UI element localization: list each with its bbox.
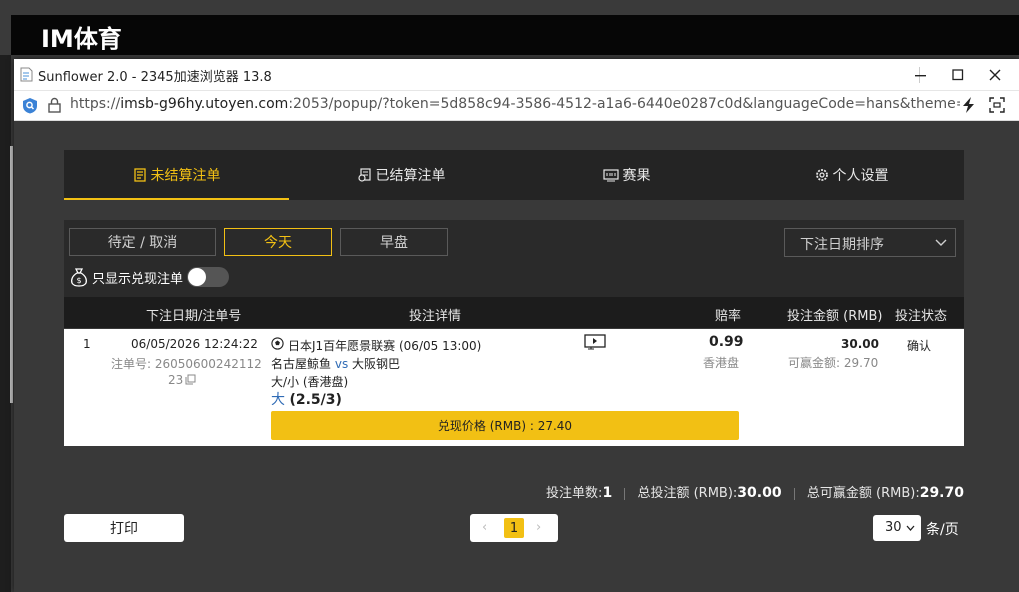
gear-icon xyxy=(815,169,828,181)
total-stake: 30.00 xyxy=(737,485,782,501)
vs-label: vs xyxy=(334,357,349,371)
window-title: Sunflower 2.0 - 2345加速浏览器 13.8 xyxy=(38,70,272,85)
table-header: 下注日期/注单号 投注详情 赔率 投注金额 (RMB) 投注状态 xyxy=(64,297,964,328)
close-button[interactable] xyxy=(977,59,1013,90)
per-page-value: 30 xyxy=(885,520,902,535)
early-market-button[interactable]: 早盘 xyxy=(340,228,448,256)
lock-icon xyxy=(48,97,61,113)
bets-summary: 投注单数:1 总投注额 (RMB):30.00 总可赢金额 (RMB):29.7… xyxy=(546,482,964,501)
odds-value: 0.99 xyxy=(709,334,744,350)
pending-cancel-button[interactable]: 待定 / 取消 xyxy=(69,228,216,256)
league-name: 日本J1百年愿景联赛 (06/05 13:00) xyxy=(288,339,482,353)
maximize-button[interactable] xyxy=(940,59,976,90)
copy-icon[interactable] xyxy=(185,374,196,385)
pagination: ‹ 1 › xyxy=(470,514,558,542)
window-titlebar: Sunflower 2.0 - 2345加速浏览器 13.8 xyxy=(14,59,1019,91)
bet-count: 1 xyxy=(602,485,613,501)
bet-id-tail: 23 xyxy=(168,373,184,387)
address-bar[interactable]: https://imsb-g96hy.utoyen.com:2053/popup… xyxy=(14,91,1019,121)
cashout-only-toggle[interactable] xyxy=(187,267,230,287)
current-page[interactable]: 1 xyxy=(504,518,524,538)
bet-status: 确认 xyxy=(907,339,932,353)
minimize-icon xyxy=(915,74,926,76)
bet-tabs: 未结算注单 已结算注单 赛果 个人设置 xyxy=(64,150,964,200)
background-header: IM体育 xyxy=(11,15,1019,55)
sort-select[interactable]: 下注日期排序 xyxy=(784,228,956,257)
row-index: 1 xyxy=(83,337,91,351)
cashout-button[interactable]: 兑现价格 (RMB) : 27.40 xyxy=(271,411,739,440)
header-status: 投注状态 xyxy=(895,309,948,324)
background-scrollbar xyxy=(10,146,13,403)
market-type: 大/小 (香港盘) xyxy=(271,375,349,389)
browser-popup-window: Sunflower 2.0 - 2345加速浏览器 13.8 https://i… xyxy=(14,59,1019,592)
app-title: IM体育 xyxy=(41,25,122,53)
page-icon xyxy=(20,67,33,82)
header-stake: 投注金额 (RMB) xyxy=(787,309,883,324)
receipt-icon xyxy=(133,168,146,182)
money-bag-icon: $ xyxy=(71,268,87,287)
close-icon xyxy=(989,69,1001,80)
tab-unsettled[interactable]: 未结算注单 xyxy=(64,150,289,200)
total-win-label: 总可赢金额 (RMB): xyxy=(806,486,920,501)
maximize-icon xyxy=(952,68,964,80)
tab-settled[interactable]: 已结算注单 xyxy=(289,150,514,200)
lightning-icon[interactable] xyxy=(962,96,976,114)
stake-value: 30.00 xyxy=(841,337,879,351)
header-details: 投注详情 xyxy=(409,309,462,324)
url-text[interactable]: https://imsb-g96hy.utoyen.com:2053/popup… xyxy=(70,96,960,112)
svg-text:$: $ xyxy=(76,276,81,285)
sort-select-label: 下注日期排序 xyxy=(800,237,884,253)
per-page-select[interactable]: 30 xyxy=(873,515,921,541)
tab-settings[interactable]: 个人设置 xyxy=(739,150,964,200)
shield-icon xyxy=(23,98,37,114)
live-stream-icon[interactable] xyxy=(584,334,606,350)
settled-icon xyxy=(357,168,371,182)
bet-date: 06/05/2026 12:24:22 xyxy=(131,337,258,351)
selection-name: 大 xyxy=(271,392,285,408)
today-button[interactable]: 今天 xyxy=(224,228,332,256)
bet-id: 注单号: 26050600242112 xyxy=(111,357,262,371)
away-team: 大阪钢巴 xyxy=(352,357,401,371)
selection-line: (2.5/3) xyxy=(289,392,342,408)
header-date-id: 下注日期/注单号 xyxy=(146,309,242,324)
toggle-knob xyxy=(188,268,207,286)
next-page-icon[interactable]: › xyxy=(536,520,541,535)
header-odds: 赔率 xyxy=(715,309,742,324)
chevron-down-icon xyxy=(935,239,947,246)
selection: 大 (2.5/3) xyxy=(271,389,342,409)
cashout-filter: $ 只显示兑现注单 xyxy=(70,264,230,290)
home-team: 名古屋鲸鱼 xyxy=(271,357,332,371)
match-teams: 名古屋鲸鱼 vs 大阪钢巴 xyxy=(271,355,400,372)
total-win: 29.70 xyxy=(919,485,964,501)
table-row: 1 06/05/2026 12:24:22 注单号: 2605060024211… xyxy=(64,329,964,446)
scoreboard-icon xyxy=(602,168,619,181)
odds-type: 香港盘 xyxy=(703,356,740,370)
tab-results[interactable]: 赛果 xyxy=(514,150,739,200)
filter-panel: 待定 / 取消 今天 早盘 下注日期排序 $ 只显示兑现注单 xyxy=(64,220,964,297)
minimize-button[interactable] xyxy=(903,59,939,90)
prev-page-icon[interactable]: ‹ xyxy=(482,520,487,535)
print-button[interactable]: 打印 xyxy=(64,514,184,542)
total-stake-label: 总投注额 (RMB): xyxy=(637,486,738,501)
potential-win: 可赢金额: 29.70 xyxy=(788,356,879,370)
screenshot-icon[interactable] xyxy=(989,97,1005,113)
per-page-unit: 条/页 xyxy=(926,522,959,538)
cashout-only-label: 只显示兑现注单 xyxy=(92,271,184,287)
chevron-down-icon xyxy=(906,525,915,531)
soccer-ball-icon xyxy=(271,337,284,350)
bet-count-label: 投注单数: xyxy=(546,486,603,501)
